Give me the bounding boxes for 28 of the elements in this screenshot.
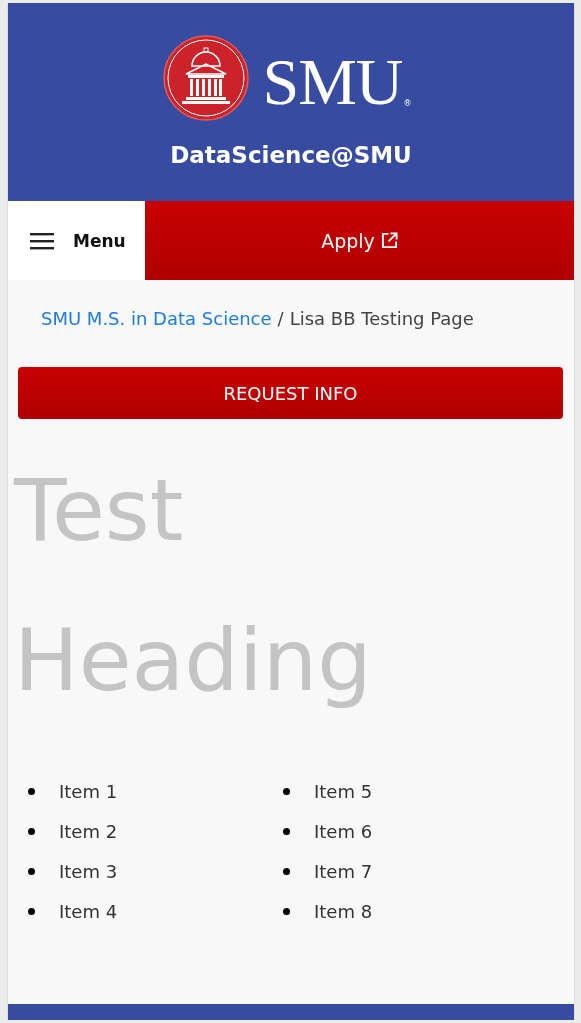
- breadcrumb-link[interactable]: SMU M.S. in Data Science: [41, 308, 272, 329]
- bullet-icon: [283, 787, 290, 795]
- bullet-icon: [28, 787, 35, 795]
- list-item: Item 1: [59, 780, 118, 802]
- apply-button[interactable]: Apply: [145, 201, 574, 280]
- external-link-icon: [380, 232, 398, 249]
- bullet-icon: [283, 827, 290, 835]
- site-name[interactable]: DataScience@SMU: [170, 142, 412, 168]
- list-item: Item 8: [314, 900, 373, 922]
- building-seal-icon: [162, 34, 251, 122]
- bullet-icon: [28, 827, 35, 835]
- bullet-icon: [28, 907, 35, 915]
- list-item: Item 6: [314, 820, 373, 842]
- registered-mark: ®: [403, 99, 412, 108]
- bullet-icon: [283, 867, 290, 875]
- breadcrumb-current: Lisa BB Testing Page: [289, 308, 474, 329]
- logo-wordmark[interactable]: SMU: [262, 54, 403, 110]
- bullet-icon: [28, 867, 35, 875]
- list-item: Item 7: [314, 860, 373, 882]
- list-item: Item 3: [59, 860, 118, 882]
- list-item: Item 4: [59, 900, 118, 922]
- list-item: Item 5: [314, 780, 373, 802]
- breadcrumb-separator: /: [277, 308, 284, 329]
- list-item: Item 2: [59, 820, 118, 842]
- menu-icon: [30, 231, 54, 250]
- bullet-icon: [283, 907, 290, 915]
- request-info-button[interactable]: REQUEST INFO: [18, 367, 563, 419]
- menu-button[interactable]: Menu: [8, 201, 145, 280]
